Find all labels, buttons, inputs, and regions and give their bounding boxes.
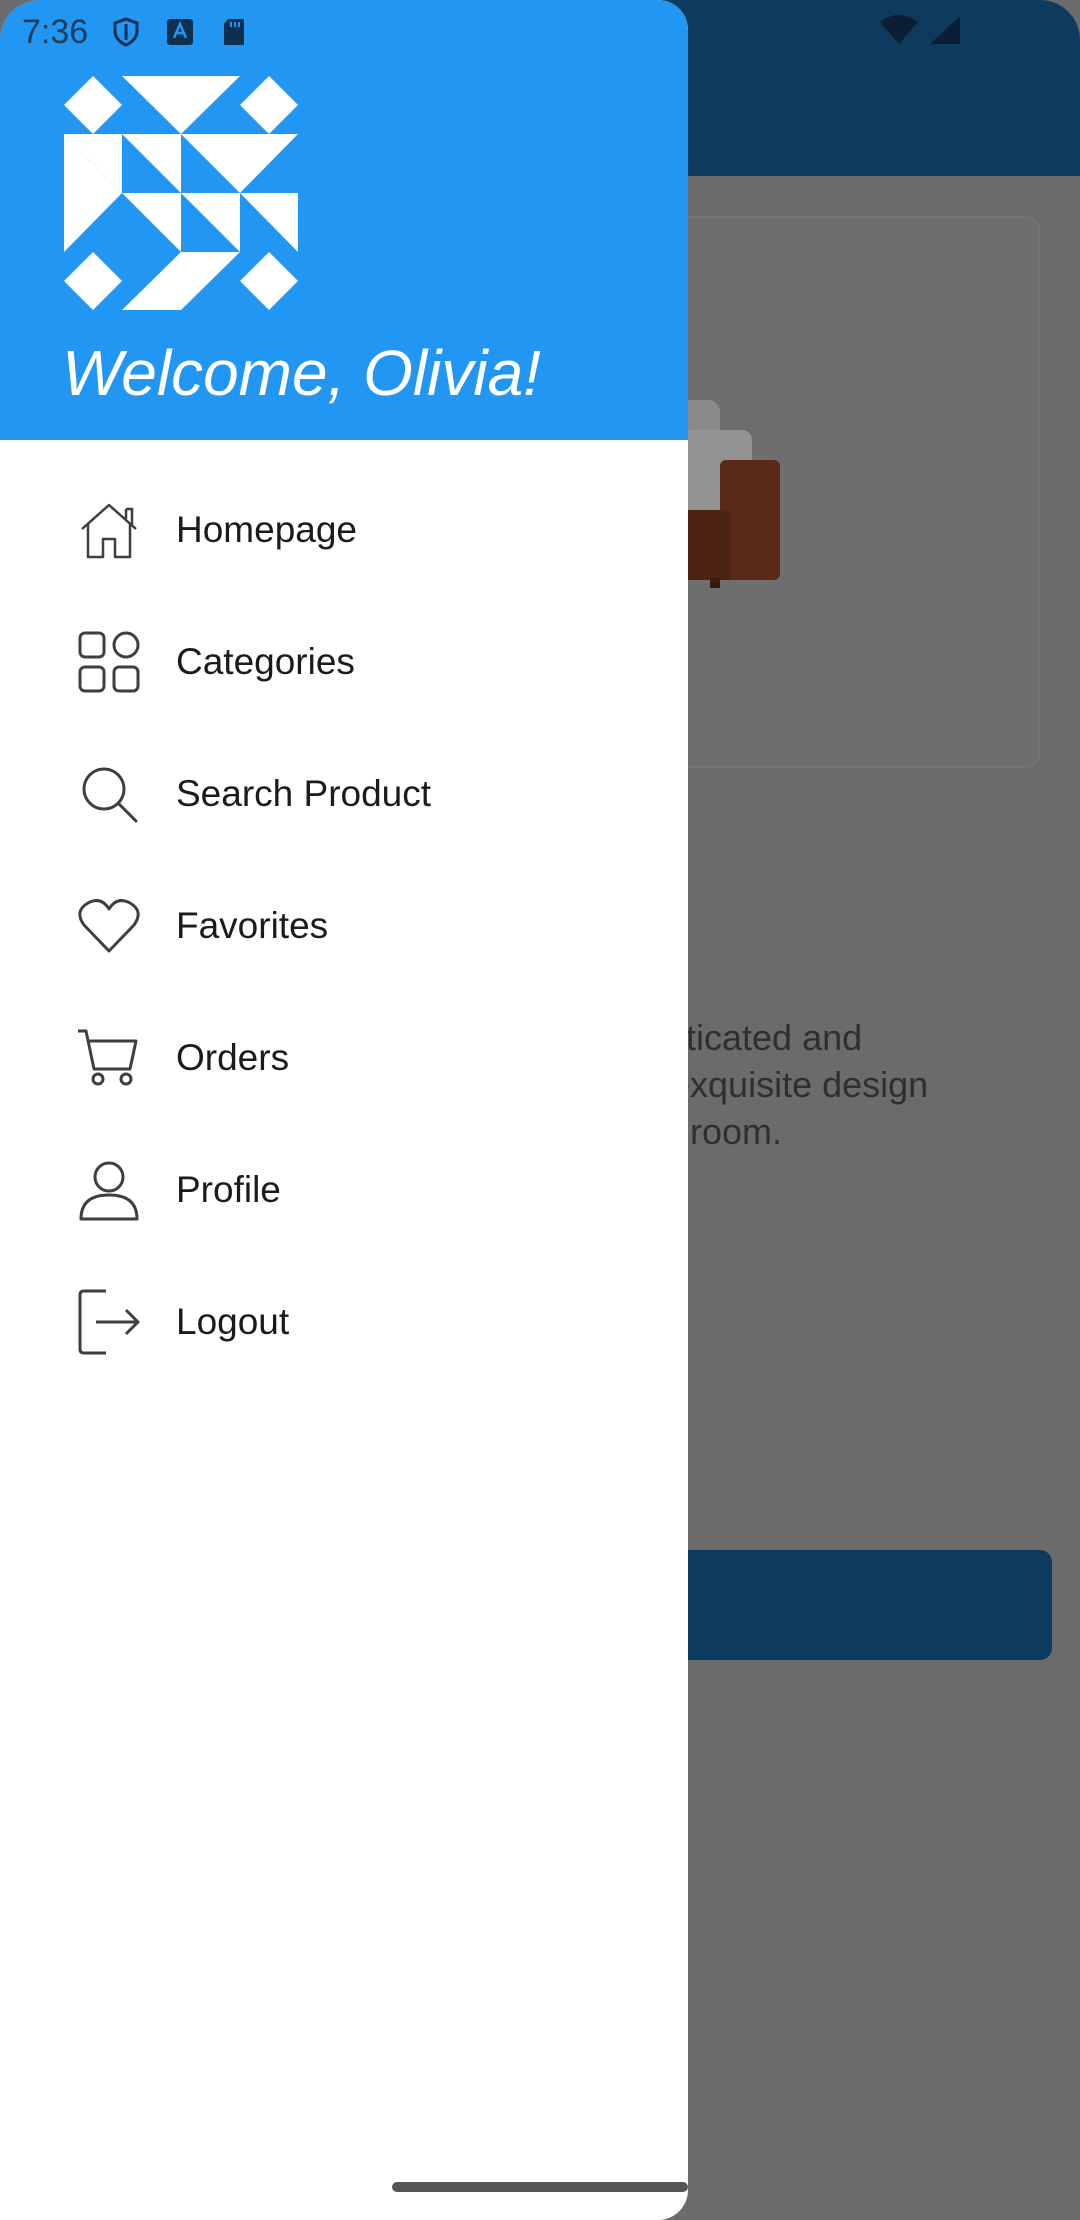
menu-item-logout[interactable]: Logout [0, 1256, 688, 1388]
navigation-drawer: 7:36 Welcome, Olivia! Homepage Categorie… [0, 0, 688, 2220]
background-product-description: isticated and exquisite design g room. [660, 1017, 929, 1152]
heart-icon [78, 899, 140, 953]
status-time: 7:36 [22, 12, 89, 51]
quilt-pattern-logo [64, 76, 298, 310]
menu-label-search-product: Search Product [176, 773, 432, 814]
background-action-button [640, 1550, 1052, 1660]
menu-item-profile[interactable]: Profile [0, 1124, 688, 1256]
menu-label-profile: Profile [176, 1169, 281, 1210]
menu-label-logout: Logout [176, 1301, 290, 1342]
menu-label-orders: Orders [176, 1037, 290, 1078]
welcome-message: Welcome, Olivia! [62, 337, 541, 409]
menu-item-homepage[interactable]: Homepage [0, 464, 688, 596]
menu-item-orders[interactable]: Orders [0, 992, 688, 1124]
drawer-header: 7:36 Welcome, Olivia! [0, 0, 688, 440]
wifi-icon [880, 15, 918, 44]
menu-label-homepage: Homepage [176, 509, 358, 550]
status-right-icons [878, 14, 962, 46]
sd-card-icon [224, 19, 245, 45]
drawer-menu: Homepage Categories Search Product Favor… [0, 440, 688, 1388]
menu-label-favorites: Favorites [176, 905, 329, 946]
gesture-navigation-bar[interactable] [392, 2182, 688, 2192]
status-bar: 7:36 [22, 10, 250, 54]
cart-icon [78, 1029, 138, 1086]
menu-item-favorites[interactable]: Favorites [0, 860, 688, 992]
categories-grid-icon [78, 631, 140, 693]
search-icon [82, 767, 138, 823]
menu-item-categories[interactable]: Categories [0, 596, 688, 728]
person-icon [79, 1161, 139, 1221]
a-accessibility-icon [167, 19, 194, 45]
menu-label-categories: Categories [176, 641, 355, 682]
shield-icon [113, 17, 139, 47]
logout-icon [78, 1289, 140, 1355]
signal-icon [930, 16, 960, 44]
home-icon [81, 503, 137, 559]
menu-item-search-product[interactable]: Search Product [0, 728, 688, 860]
